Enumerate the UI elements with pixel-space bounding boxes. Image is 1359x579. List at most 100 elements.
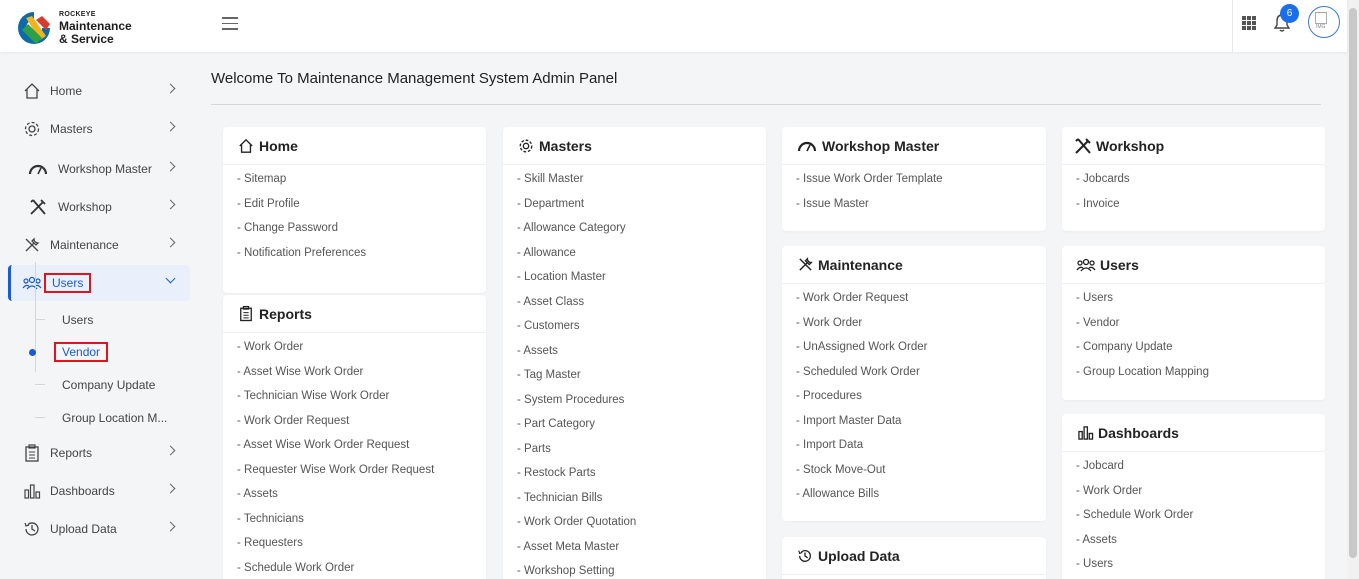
link-parts[interactable]: - Parts bbox=[517, 441, 766, 466]
link-schedule-work-order[interactable]: - Schedule Work Order bbox=[1076, 507, 1325, 532]
link-work-order-request[interactable]: - Work Order Request bbox=[796, 290, 1046, 315]
users-icon bbox=[22, 273, 42, 293]
link-allowance-category[interactable]: - Allowance Category bbox=[517, 220, 766, 245]
card-title: Maintenance bbox=[818, 256, 903, 273]
link-allowance-bills[interactable]: - Allowance Bills bbox=[796, 486, 1046, 511]
link-asset-wise-work-order[interactable]: - Asset Wise Work Order bbox=[237, 364, 486, 389]
sidebar-item-label: Users bbox=[44, 273, 92, 293]
submenu-tree-line bbox=[35, 262, 36, 372]
chevron-down-icon bbox=[165, 273, 176, 284]
scrollbar-thumb[interactable] bbox=[1349, 8, 1357, 558]
link-skill-master[interactable]: - Skill Master bbox=[517, 171, 766, 196]
card-masters: Masters - Skill Master - Department - Al… bbox=[503, 127, 766, 579]
link-jobcards[interactable]: - Jobcards bbox=[1076, 171, 1325, 196]
link-import-master-data[interactable]: - Import Master Data bbox=[796, 413, 1046, 438]
submenu-item-vendor[interactable]: Vendor bbox=[54, 342, 109, 362]
sidebar-item-workshop[interactable]: Workshop bbox=[8, 189, 190, 225]
chevron-right-icon bbox=[165, 237, 176, 248]
sidebar-item-maintenance[interactable]: Maintenance bbox=[8, 227, 190, 263]
link-tag-master[interactable]: - Tag Master bbox=[517, 367, 766, 392]
submenu-item-company-update[interactable]: Company Update bbox=[62, 378, 155, 392]
sidebar-item-reports[interactable]: Reports bbox=[8, 435, 190, 471]
tools-icon bbox=[28, 197, 48, 217]
link-allowance[interactable]: - Allowance bbox=[517, 245, 766, 270]
link-requester-wise-work-order-request[interactable]: - Requester Wise Work Order Request bbox=[237, 462, 486, 487]
link-unassigned-work-order[interactable]: - UnAssigned Work Order bbox=[796, 339, 1046, 364]
submenu-item-group-location[interactable]: Group Location M... bbox=[62, 411, 167, 425]
page-title: Welcome To Maintenance Management System… bbox=[211, 70, 618, 87]
link-customers[interactable]: - Customers bbox=[517, 318, 766, 343]
link-group-location-mapping[interactable]: - Group Location Mapping bbox=[1076, 364, 1325, 389]
card-home: Home - Sitemap - Edit Profile - Change P… bbox=[223, 127, 486, 293]
link-edit-profile[interactable]: - Edit Profile bbox=[237, 196, 486, 221]
link-company-update[interactable]: - Company Update bbox=[1076, 339, 1325, 364]
chevron-right-icon bbox=[165, 521, 176, 532]
notification-badge: 6 bbox=[1280, 4, 1299, 23]
active-dot bbox=[29, 349, 36, 356]
chevron-right-icon bbox=[165, 445, 176, 456]
link-asset-class[interactable]: - Asset Class bbox=[517, 294, 766, 319]
link-issue-work-order-template[interactable]: - Issue Work Order Template bbox=[796, 171, 1046, 196]
link-assets[interactable]: - Assets bbox=[1076, 532, 1325, 557]
page-scrollbar[interactable] bbox=[1347, 0, 1359, 579]
link-jobcard[interactable]: - Jobcard bbox=[1076, 458, 1325, 483]
link-work-order[interactable]: - Work Order bbox=[237, 339, 486, 364]
sidebar-item-label: Reports bbox=[50, 446, 93, 460]
apps-grid-icon[interactable] bbox=[1242, 16, 1256, 30]
link-work-order-quotation[interactable]: - Work Order Quotation bbox=[517, 514, 766, 539]
gear-icon bbox=[517, 137, 535, 155]
link-work-order[interactable]: - Work Order bbox=[1076, 483, 1325, 508]
card-title: Users bbox=[1100, 256, 1139, 273]
link-technicians[interactable]: - Technicians bbox=[237, 511, 486, 536]
link-system-procedures[interactable]: - System Procedures bbox=[517, 392, 766, 417]
card-dashboards: Dashboards - Jobcard - Work Order - Sche… bbox=[1062, 414, 1325, 579]
link-technician-bills[interactable]: - Technician Bills bbox=[517, 490, 766, 515]
link-import-data[interactable]: - Import Data bbox=[796, 437, 1046, 462]
sidebar-item-label: Workshop Master bbox=[58, 162, 152, 176]
avatar[interactable]: IMG bbox=[1308, 6, 1340, 38]
chevron-right-icon bbox=[165, 199, 176, 210]
link-vendor[interactable]: - Vendor bbox=[1076, 315, 1325, 340]
link-issue-master[interactable]: - Issue Master bbox=[796, 196, 1046, 221]
users-icon bbox=[1076, 256, 1096, 274]
link-procedures[interactable]: - Procedures bbox=[796, 388, 1046, 413]
link-assets[interactable]: - Assets bbox=[517, 343, 766, 368]
link-users[interactable]: - Users bbox=[1076, 556, 1325, 579]
top-divider bbox=[1232, 0, 1233, 52]
link-asset-meta-master[interactable]: - Asset Meta Master bbox=[517, 539, 766, 564]
submenu-tick bbox=[35, 319, 45, 320]
link-invoice[interactable]: - Invoice bbox=[1076, 196, 1325, 221]
sidebar-item-dashboards[interactable]: Dashboards bbox=[8, 473, 190, 509]
sidebar-item-workshop-master[interactable]: Workshop Master bbox=[8, 151, 190, 187]
link-assets[interactable]: - Assets bbox=[237, 486, 486, 511]
link-scheduled-work-order[interactable]: - Scheduled Work Order bbox=[796, 364, 1046, 389]
link-asset-wise-work-order-request[interactable]: - Asset Wise Work Order Request bbox=[237, 437, 486, 462]
link-stock-move-out[interactable]: - Stock Move-Out bbox=[796, 462, 1046, 487]
link-technician-wise-work-order[interactable]: - Technician Wise Work Order bbox=[237, 388, 486, 413]
link-schedule-work-order[interactable]: - Schedule Work Order bbox=[237, 560, 486, 579]
link-workshop-setting[interactable]: - Workshop Setting bbox=[517, 563, 766, 579]
sidebar-item-upload-data[interactable]: Upload Data bbox=[8, 511, 190, 547]
sidebar-item-label: Upload Data bbox=[50, 522, 117, 536]
avatar-alt-text: IMG bbox=[1316, 24, 1326, 30]
link-sitemap[interactable]: - Sitemap bbox=[237, 171, 486, 196]
link-requesters[interactable]: - Requesters bbox=[237, 535, 486, 560]
link-work-order[interactable]: - Work Order bbox=[796, 315, 1046, 340]
sidebar-item-home[interactable]: Home bbox=[8, 73, 190, 109]
submenu-item-users[interactable]: Users bbox=[62, 313, 93, 327]
card-reports: Reports - Work Order - Asset Wise Work O… bbox=[223, 295, 486, 579]
sidebar-item-masters[interactable]: Masters bbox=[8, 111, 190, 147]
link-change-password[interactable]: - Change Password bbox=[237, 220, 486, 245]
menu-toggle-icon[interactable] bbox=[222, 17, 238, 31]
link-restock-parts[interactable]: - Restock Parts bbox=[517, 465, 766, 490]
history-icon bbox=[22, 519, 42, 539]
link-notification-preferences[interactable]: - Notification Preferences bbox=[237, 245, 486, 270]
link-users[interactable]: - Users bbox=[1076, 290, 1325, 315]
top-bar: ROCKEYE Maintenance & Service 6 IMG bbox=[0, 0, 1347, 52]
bar-chart-icon bbox=[1076, 424, 1094, 442]
chevron-right-icon bbox=[165, 121, 176, 132]
link-location-master[interactable]: - Location Master bbox=[517, 269, 766, 294]
link-part-category[interactable]: - Part Category bbox=[517, 416, 766, 441]
link-department[interactable]: - Department bbox=[517, 196, 766, 221]
link-work-order-request[interactable]: - Work Order Request bbox=[237, 413, 486, 438]
